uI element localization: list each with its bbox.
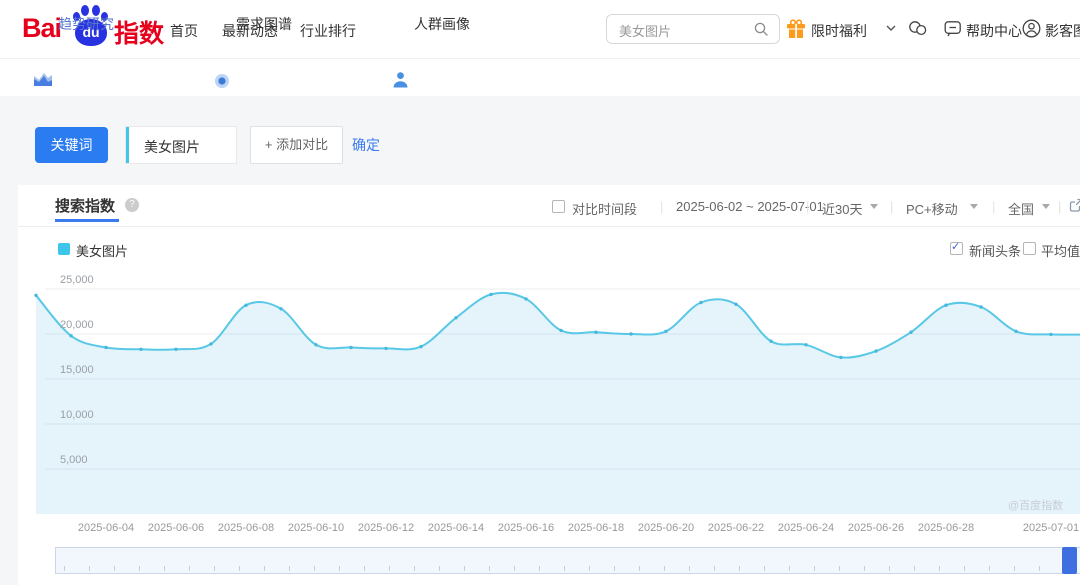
question-mark-icon[interactable]: ? <box>125 198 139 212</box>
separator: | <box>660 199 663 214</box>
slider-tick <box>639 566 640 571</box>
slider-tick <box>689 566 690 571</box>
slider-tick <box>714 566 715 571</box>
slider-tick <box>464 566 465 571</box>
separator: | <box>806 199 809 214</box>
slider-tick <box>214 566 215 571</box>
slider-tick <box>114 566 115 571</box>
slider-tick <box>864 566 865 571</box>
slider-tick <box>914 566 915 571</box>
gift-icon <box>786 19 806 39</box>
compare-period-checkbox[interactable] <box>552 200 565 213</box>
slider-tick <box>764 566 765 571</box>
slider-tick <box>489 566 490 571</box>
slider-tick <box>189 566 190 571</box>
help-bubble-icon[interactable] <box>944 20 962 38</box>
region-select[interactable]: 全国 <box>1008 199 1034 218</box>
keyword-tag[interactable]: 美女图片 <box>125 126 237 164</box>
slider-tick <box>264 566 265 571</box>
slider-tick <box>1039 566 1040 571</box>
caret-down-icon[interactable] <box>870 204 878 209</box>
overlapping-circles-icon[interactable] <box>908 20 928 37</box>
slider-tick <box>389 566 390 571</box>
keyword-tag-label: 美女图片 <box>144 137 200 157</box>
slider-tick <box>564 566 565 571</box>
subnav-trend-research[interactable]: 趋势研究 <box>58 14 114 34</box>
slider-tick <box>289 566 290 571</box>
promo-link[interactable]: 限时福利 <box>811 21 867 41</box>
nav-home[interactable]: 首页 <box>170 21 198 41</box>
search-index-area-chart <box>0 270 1080 520</box>
slider-tick <box>839 566 840 571</box>
demand-graph-icon <box>214 73 230 89</box>
user-avatar-icon[interactable] <box>1022 19 1041 38</box>
slider-tick <box>64 566 65 571</box>
baidu-logo-bai: Bai <box>22 13 61 44</box>
slider-tick <box>939 566 940 571</box>
active-tab-underline <box>55 219 119 222</box>
search-icon[interactable] <box>754 22 769 37</box>
time-range-select[interactable]: 近30天 <box>822 199 862 218</box>
news-headlines-checkbox[interactable]: ✓ <box>950 242 963 255</box>
keyword-type-button[interactable]: 关键词 <box>35 127 108 163</box>
persona-person-icon <box>392 71 409 88</box>
slider-tick <box>789 566 790 571</box>
news-headlines-label[interactable]: 新闻头条 <box>969 241 1021 260</box>
search-input[interactable]: 美女图片 <box>606 14 780 44</box>
average-checkbox[interactable] <box>1023 242 1036 255</box>
series-legend-swatch <box>58 243 70 255</box>
watermark: @百度指数 <box>1008 497 1063 513</box>
separator: | <box>992 199 995 214</box>
slider-tick <box>589 566 590 571</box>
username[interactable]: 影客图 <box>1045 21 1080 41</box>
keyword-tag-accent <box>126 127 129 163</box>
date-range[interactable]: 2025-06-02 ~ 2025-07-01 <box>676 199 824 214</box>
separator: | <box>1058 199 1061 214</box>
datazoom-slider-track[interactable] <box>55 547 1080 574</box>
separator: | <box>890 199 893 214</box>
help-center-link[interactable]: 帮助中心 <box>966 21 1022 41</box>
slider-tick <box>239 566 240 571</box>
subnav-bar <box>0 59 1080 96</box>
subnav-crowd-portrait[interactable]: 人群画像 <box>414 14 470 34</box>
slider-tick <box>514 566 515 571</box>
slider-tick <box>1014 566 1015 571</box>
slider-tick <box>889 566 890 571</box>
caret-down-icon[interactable] <box>1042 204 1050 209</box>
slider-tick <box>664 566 665 571</box>
slider-tick <box>139 566 140 571</box>
slider-tick <box>164 566 165 571</box>
slider-tick <box>814 566 815 571</box>
slider-tick <box>614 566 615 571</box>
datazoom-slider-thumb[interactable] <box>1062 547 1077 574</box>
slider-tick <box>964 566 965 571</box>
chevron-down-icon[interactable] <box>886 25 896 32</box>
average-label[interactable]: 平均值 <box>1041 241 1080 260</box>
add-compare-button[interactable]: + 添加对比 <box>250 126 343 164</box>
external-link-icon[interactable] <box>1069 198 1080 212</box>
tab-search-index[interactable]: 搜索指数 <box>55 195 115 216</box>
slider-tick <box>739 566 740 571</box>
slider-tick <box>539 566 540 571</box>
nav-industry-ranking[interactable]: 行业排行 <box>300 21 356 41</box>
slider-tick <box>989 566 990 571</box>
device-select[interactable]: PC+移动 <box>906 199 958 218</box>
series-legend-label: 美女图片 <box>76 241 128 260</box>
compare-period-label[interactable]: 对比时间段 <box>572 199 637 218</box>
confirm-button[interactable]: 确定 <box>352 135 380 155</box>
baidu-logo-suffix: 指数 <box>114 14 164 50</box>
search-value: 美女图片 <box>619 21 671 40</box>
slider-tick <box>89 566 90 571</box>
slider-tick <box>314 566 315 571</box>
subnav-demand-graph[interactable]: 需求图谱 <box>236 14 292 34</box>
slider-tick <box>439 566 440 571</box>
slider-tick <box>339 566 340 571</box>
caret-down-icon[interactable] <box>970 204 978 209</box>
trend-chart-icon <box>33 70 53 87</box>
slider-tick <box>364 566 365 571</box>
slider-tick <box>414 566 415 571</box>
tab-row-divider <box>18 226 1080 227</box>
